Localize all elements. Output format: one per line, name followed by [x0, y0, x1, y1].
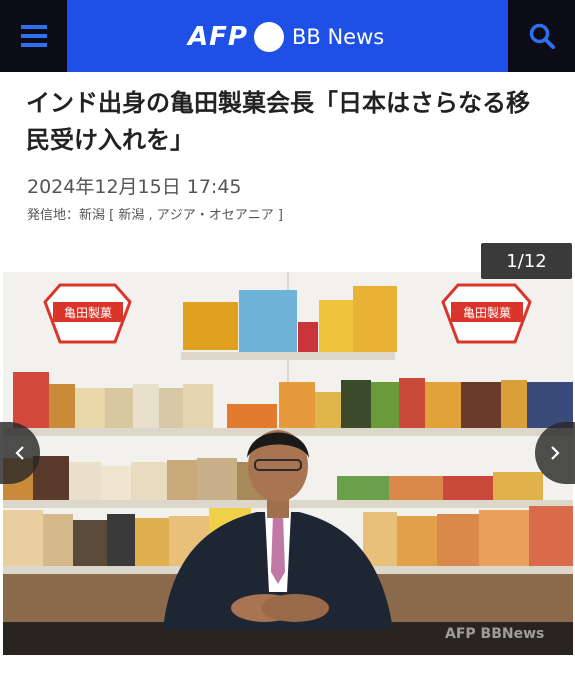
- hamburger-menu-icon: [20, 25, 47, 47]
- brand-sign-left: 亀田製菓: [43, 283, 132, 344]
- article-title: インド出身の亀田製菓会長「日本はさらなる移民受け入れを」: [26, 89, 530, 154]
- search-button[interactable]: [508, 0, 575, 72]
- svg-text:亀田製菓: 亀田製菓: [463, 306, 511, 320]
- svg-text:亀田製菓: 亀田製菓: [64, 306, 112, 320]
- logo-dot: [253, 22, 284, 52]
- afpbb-logo[interactable]: AFP BB News: [188, 18, 384, 56]
- search-icon: [529, 23, 555, 49]
- menu-button[interactable]: [0, 0, 67, 72]
- chevron-right-icon: [551, 446, 560, 460]
- logo-afp-text: AFP: [188, 22, 248, 52]
- article-dateline: 発信地：新潟 [ 新潟 , アジア・オセアニア ]: [27, 208, 283, 223]
- gallery-counter: 1/12: [481, 243, 572, 279]
- logo-bbnews-text: BB News: [291, 25, 385, 49]
- gallery-photo[interactable]: 亀田製菓 亀田製菓 AFP BBNews: [3, 272, 573, 655]
- chevron-left-icon: [15, 446, 24, 460]
- brand-sign-right: 亀田製菓: [441, 283, 532, 344]
- photo-illustration: 亀田製菓 亀田製菓 AFP BBNews: [3, 272, 573, 655]
- photo-watermark: AFP BBNews: [445, 626, 544, 642]
- site-header: AFP BB News: [0, 0, 575, 72]
- article-date: 2024年12月15日 17:45: [27, 176, 242, 198]
